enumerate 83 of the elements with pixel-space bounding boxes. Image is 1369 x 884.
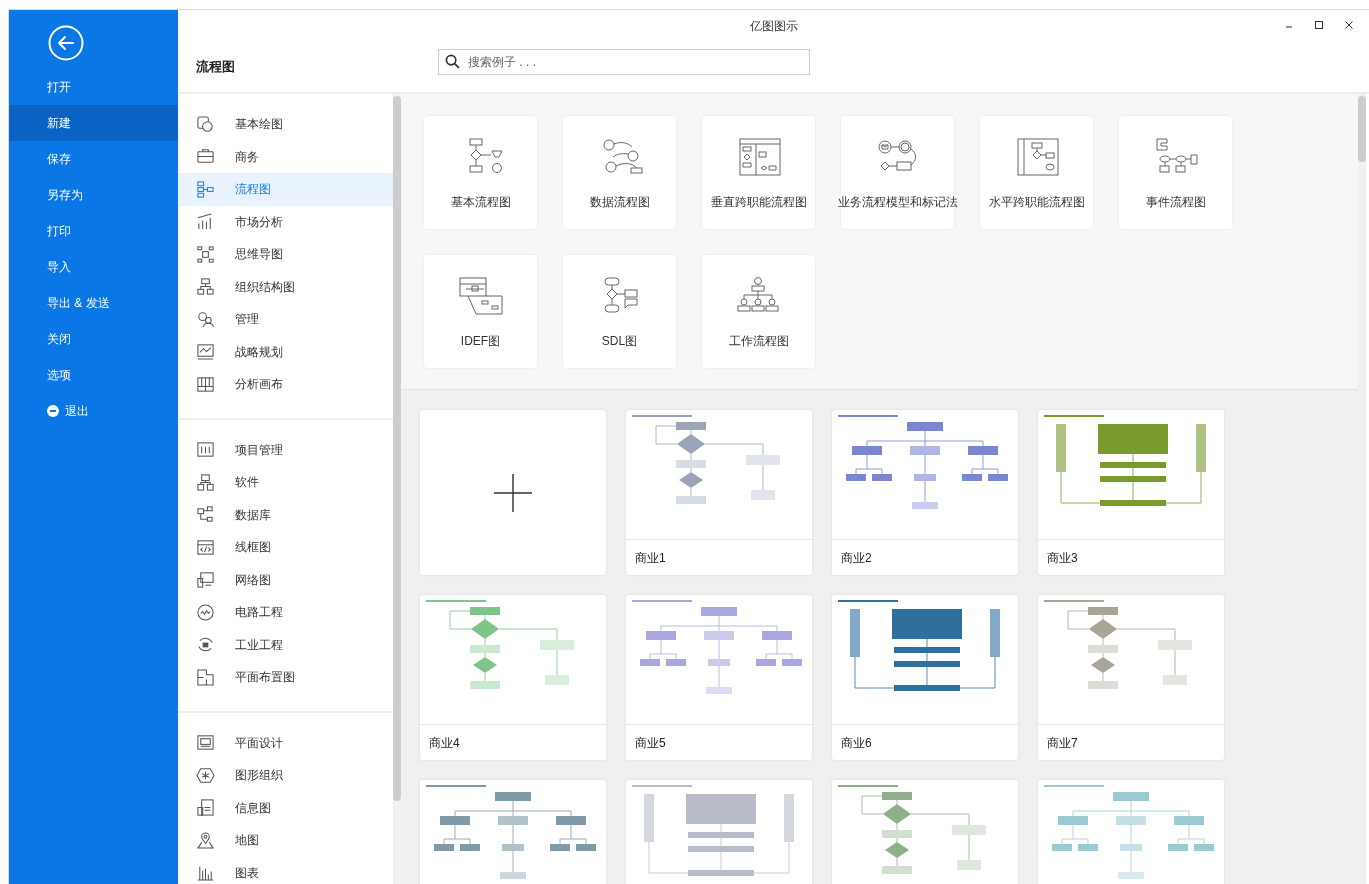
connected-boxes-icon — [196, 505, 215, 525]
waveform-icon — [196, 602, 215, 622]
template-name: 商业4 — [428, 735, 461, 752]
monitor-icon — [196, 570, 215, 590]
diagram-type-card[interactable]: IDEF图 — [424, 255, 537, 368]
document-icon — [196, 798, 215, 818]
search-icon — [445, 54, 460, 69]
new-blank-card[interactable] — [420, 410, 606, 575]
menu-item[interactable]: 另存为 — [9, 177, 178, 213]
flowchart-icon — [196, 179, 215, 199]
map-pin-icon — [196, 830, 215, 850]
template-name: 商业6 — [840, 735, 873, 752]
diagram-type-card[interactable]: 垂直跨职能流程图 — [702, 116, 815, 229]
picture-icon — [196, 733, 215, 753]
category-item[interactable]: 软件 — [178, 466, 393, 499]
minus-circle-icon — [47, 405, 59, 417]
scrollbar[interactable] — [393, 96, 401, 801]
diagram-type-card[interactable]: 工作流程图 — [702, 255, 815, 368]
columns-icon — [196, 440, 215, 460]
category-item[interactable]: 战略规划 — [178, 335, 393, 368]
category-item[interactable]: 组织结构图 — [178, 270, 393, 303]
menu-item[interactable]: 选项 — [9, 357, 178, 393]
category-item[interactable]: 平面布置图 — [178, 661, 393, 694]
category-item[interactable]: 信息图 — [178, 791, 393, 824]
hierarchy-icon — [196, 472, 215, 492]
shapes-icon — [196, 114, 215, 134]
section-title: 流程图 — [196, 58, 236, 77]
category-item[interactable]: 图形组织 — [178, 759, 393, 792]
category-item[interactable]: 网络图 — [178, 563, 393, 596]
template-card[interactable]: 商业3 — [1038, 410, 1224, 575]
category-item[interactable]: 思维导图 — [178, 238, 393, 271]
close-icon — [1344, 20, 1354, 30]
template-card[interactable]: 商业7 — [1038, 595, 1224, 760]
search-field[interactable]: 搜索例子 . . . — [438, 49, 810, 75]
category-item[interactable]: 市场分析 — [178, 205, 393, 238]
diagram-type-card[interactable]: SDL图 — [563, 255, 676, 368]
hexagon-icon — [196, 765, 215, 785]
category-item[interactable]: 平面设计 — [178, 726, 393, 759]
grid-icon — [196, 374, 215, 394]
code-window-icon — [196, 537, 215, 557]
diagram-type-card[interactable]: 水平跨职能流程图 — [980, 116, 1093, 229]
window-title: 亿图图示 — [749, 18, 798, 35]
menu-item[interactable]: 打开 — [9, 69, 178, 105]
line-chart-icon — [196, 342, 215, 362]
template-card[interactable]: 商业2 — [832, 410, 1018, 575]
org-chart-icon — [196, 277, 215, 297]
category-item[interactable]: 线框图 — [178, 531, 393, 564]
template-card[interactable]: 商业6 — [832, 595, 1018, 760]
diagram-type-card[interactable]: 事件流程图 — [1119, 116, 1232, 229]
menu-item[interactable]: 关闭 — [9, 321, 178, 357]
category-item[interactable]: 地图 — [178, 824, 393, 857]
category-item[interactable]: 电路工程 — [178, 596, 393, 629]
diagram-type-card[interactable]: 数据流程图 — [563, 116, 676, 229]
menu-item[interactable]: 保存 — [9, 141, 178, 177]
menu-item[interactable]: 打印 — [9, 213, 178, 249]
floor-plan-icon — [196, 667, 215, 687]
template-card[interactable]: 商业4 — [420, 595, 606, 760]
category-item[interactable]: 基本绘图 — [178, 108, 393, 141]
mind-map-icon — [196, 244, 215, 264]
menu-item[interactable]: 导入 — [9, 249, 178, 285]
category-item[interactable]: 工业工程 — [178, 628, 393, 661]
back-button[interactable] — [48, 25, 84, 61]
category-item[interactable]: 数据库 — [178, 498, 393, 531]
category-item[interactable]: 图表 — [178, 856, 393, 884]
template-card[interactable]: 商业1 — [626, 410, 812, 575]
category-item[interactable]: 流程图 — [178, 173, 393, 206]
category-item[interactable]: 项目管理 — [178, 433, 393, 466]
template-name: 商业3 — [1046, 550, 1079, 567]
category-item[interactable]: 管理 — [178, 303, 393, 336]
category-item[interactable]: 商务 — [178, 140, 393, 173]
menu-item[interactable]: 导出 & 发送 — [9, 285, 178, 321]
template-name: 商业2 — [840, 550, 873, 567]
template-name: 商业7 — [1046, 735, 1079, 752]
diagram-type-card[interactable]: 基本流程图 — [424, 116, 537, 229]
scrollbar[interactable] — [1358, 96, 1366, 162]
template-name: 商业1 — [634, 550, 667, 567]
template-card[interactable]: 商业5 — [626, 595, 812, 760]
plus-icon — [494, 473, 532, 512]
maximize-icon — [1314, 20, 1324, 30]
category-item[interactable]: 分析画布 — [178, 368, 393, 401]
menu-item[interactable]: 退出 — [9, 393, 178, 429]
template-name: 商业5 — [634, 735, 667, 752]
menu-item[interactable]: 新建 — [9, 105, 178, 141]
